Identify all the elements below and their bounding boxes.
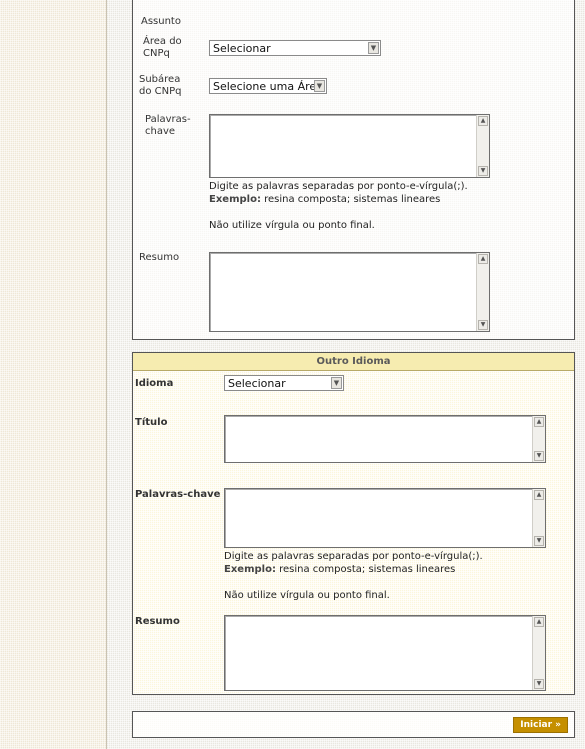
- keywords-hint: Digite as palavras separadas por ponto-e…: [224, 550, 483, 602]
- keywords-hint-line: Digite as palavras separadas por ponto-e…: [209, 181, 468, 192]
- other-language-panel: Outro Idioma Idioma Selecionar ▼ Título …: [132, 352, 575, 695]
- abstract-textarea[interactable]: ▲ ▼: [224, 615, 546, 691]
- example-text: resina composta; sistemas lineares: [260, 194, 441, 205]
- example-label: Exemplo:: [209, 194, 261, 205]
- title-textarea[interactable]: ▲ ▼: [224, 415, 546, 463]
- keywords-hint-example: Exemplo: resina composta; sistemas linea…: [209, 193, 468, 206]
- language-label: Idioma: [135, 378, 174, 389]
- language-select-value: Selecionar: [228, 377, 286, 390]
- subarea-select-value: Selecione uma Área: [213, 80, 323, 93]
- subarea-label: Subárea do CNPq: [139, 74, 182, 97]
- keywords-hint-example: Exemplo: resina composta; sistemas linea…: [224, 563, 483, 576]
- subject-heading: Assunto: [141, 16, 181, 27]
- chevron-down-icon[interactable]: ▼: [331, 377, 342, 389]
- keywords-hint-warning: Não utilize vírgula ou ponto final.: [209, 220, 375, 231]
- start-button[interactable]: Iniciar »: [513, 717, 568, 733]
- abstract-textarea[interactable]: ▲ ▼: [209, 252, 490, 332]
- scrollbar[interactable]: ▲ ▼: [476, 253, 489, 331]
- keywords-textarea[interactable]: ▲ ▼: [224, 488, 546, 548]
- form-footer: Iniciar »: [132, 711, 575, 738]
- scroll-down-arrow-icon[interactable]: ▼: [478, 166, 488, 176]
- other-language-title: Outro Idioma: [133, 353, 574, 371]
- title-label: Título: [135, 417, 168, 428]
- example-text: resina composta; sistemas lineares: [275, 564, 456, 575]
- scroll-down-arrow-icon[interactable]: ▼: [534, 536, 544, 546]
- area-label: Área do CNPq: [143, 36, 182, 59]
- scrollbar[interactable]: ▲ ▼: [532, 489, 545, 547]
- scroll-up-arrow-icon[interactable]: ▲: [534, 490, 544, 500]
- keywords-textarea[interactable]: ▲ ▼: [209, 114, 490, 178]
- abstract-label: Resumo: [135, 616, 180, 627]
- scroll-up-arrow-icon[interactable]: ▲: [534, 617, 544, 627]
- abstract-label: Resumo: [139, 252, 180, 263]
- scrollbar[interactable]: ▲ ▼: [532, 616, 545, 690]
- scrollbar[interactable]: ▲ ▼: [476, 115, 489, 177]
- scroll-up-arrow-icon[interactable]: ▲: [478, 254, 488, 264]
- area-select[interactable]: Selecionar ▼: [209, 40, 381, 56]
- keywords-hint-warning: Não utilize vírgula ou ponto final.: [224, 590, 390, 601]
- keywords-label: Palavras-chave: [135, 489, 221, 500]
- example-label: Exemplo:: [224, 564, 276, 575]
- subarea-select[interactable]: Selecione uma Área ▼: [209, 78, 327, 94]
- scroll-down-arrow-icon[interactable]: ▼: [534, 679, 544, 689]
- keywords-label: Palavras-chave: [145, 114, 191, 137]
- chevron-down-icon[interactable]: ▼: [368, 42, 379, 54]
- area-select-value: Selecionar: [213, 42, 271, 55]
- left-navigation-column: [0, 0, 107, 749]
- scroll-down-arrow-icon[interactable]: ▼: [478, 320, 488, 330]
- language-select[interactable]: Selecionar ▼: [224, 375, 344, 391]
- chevron-down-icon[interactable]: ▼: [314, 80, 325, 92]
- scroll-up-arrow-icon[interactable]: ▲: [534, 417, 544, 427]
- scroll-down-arrow-icon[interactable]: ▼: [534, 451, 544, 461]
- keywords-hint: Digite as palavras separadas por ponto-e…: [209, 180, 468, 232]
- keywords-hint-line: Digite as palavras separadas por ponto-e…: [224, 551, 483, 562]
- scrollbar[interactable]: ▲ ▼: [532, 416, 545, 462]
- scroll-up-arrow-icon[interactable]: ▲: [478, 116, 488, 126]
- subject-panel: Assunto Área do CNPq Selecionar ▼ Subáre…: [132, 0, 575, 340]
